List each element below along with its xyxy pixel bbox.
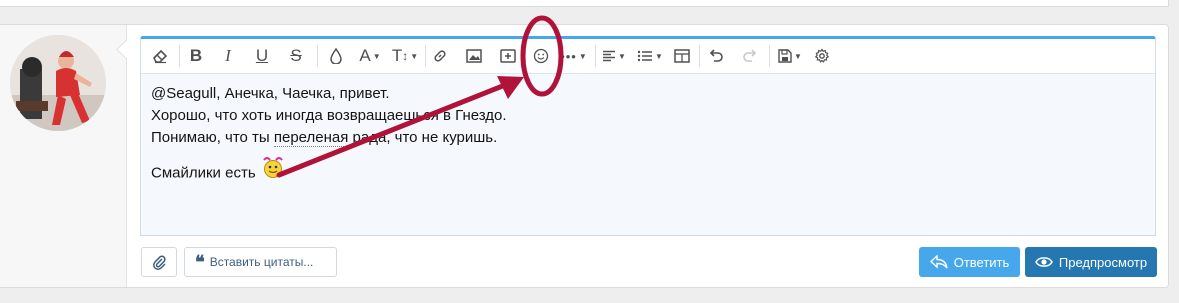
- font-family-icon[interactable]: A ▼: [355, 42, 385, 70]
- toolbar-separator: [769, 45, 770, 67]
- message-text: Понимаю, что ты: [151, 129, 274, 146]
- quote-icon: ❝: [195, 251, 205, 272]
- bold-icon[interactable]: B: [185, 42, 207, 70]
- insert-quotes-label: Вставить цитаты...: [209, 255, 314, 269]
- message-line: Смайлики есть: [151, 157, 1145, 186]
- media-icon[interactable]: [497, 42, 519, 70]
- rich-text-editor: B I U S A ▼ T ↕ ▼ ••• ▼ ▼ ▼ ▼ @Seagull, …: [140, 36, 1156, 236]
- toolbar-separator: [595, 45, 596, 67]
- smiley-emoji-icon: [260, 155, 288, 186]
- text-color-icon[interactable]: [325, 42, 347, 70]
- image-icon[interactable]: [463, 42, 485, 70]
- redo-icon[interactable]: [739, 42, 761, 70]
- message-line: @Seagull, Анечка, Чаечка, привет.: [151, 85, 390, 102]
- preview-label: Предпросмотр: [1058, 254, 1148, 270]
- user-column: [0, 25, 127, 287]
- settings-icon[interactable]: [811, 42, 833, 70]
- toolbar-separator: [317, 45, 318, 67]
- eraser-icon[interactable]: [147, 42, 173, 70]
- quick-reply-card: B I U S A ▼ T ↕ ▼ ••• ▼ ▼ ▼ ▼ @Seagull, …: [0, 24, 1169, 288]
- link-icon[interactable]: [429, 42, 451, 70]
- underline-icon[interactable]: U: [251, 42, 273, 70]
- message-line: Хорошо, что хоть иногда возвращаешься в …: [151, 107, 507, 124]
- more-options-icon[interactable]: ••• ▼: [557, 42, 591, 70]
- toolbar-separator: [699, 45, 700, 67]
- editor-content[interactable]: @Seagull, Анечка, Чаечка, привет. Хорошо…: [151, 83, 1145, 186]
- italic-icon[interactable]: I: [217, 42, 239, 70]
- toolbar-separator: [179, 45, 180, 67]
- avatar[interactable]: [10, 35, 106, 131]
- paperclip-icon: [153, 255, 166, 270]
- undo-icon[interactable]: [705, 42, 727, 70]
- message-line: Понимаю, что ты переленая рада, что не к…: [151, 127, 1145, 149]
- font-size-icon[interactable]: T ↕ ▼: [389, 42, 421, 70]
- previous-post-edge: [0, 0, 1169, 7]
- misspelled-word: переленая: [273, 129, 349, 147]
- preview-button[interactable]: Предпросмотр: [1025, 247, 1157, 277]
- drafts-icon[interactable]: ▼: [775, 42, 805, 70]
- reply-label: Ответить: [953, 254, 1010, 270]
- list-icon[interactable]: ▼: [635, 42, 665, 70]
- insert-quotes-button[interactable]: ❝ Вставить цитаты...: [184, 247, 337, 277]
- smilie-icon[interactable]: [530, 42, 552, 70]
- editor-toolbar: B I U S A ▼ T ↕ ▼ ••• ▼ ▼ ▼ ▼: [141, 39, 1155, 74]
- toolbar-separator: [425, 45, 426, 67]
- message-text: Смайлики есть: [151, 164, 256, 182]
- strikethrough-icon[interactable]: S: [285, 42, 307, 70]
- attach-files-button[interactable]: [141, 247, 177, 277]
- table-icon[interactable]: [671, 42, 693, 70]
- align-icon[interactable]: ▼: [599, 42, 629, 70]
- reply-button[interactable]: Ответить: [919, 247, 1020, 277]
- message-text: рада, что не куришь.: [348, 129, 498, 146]
